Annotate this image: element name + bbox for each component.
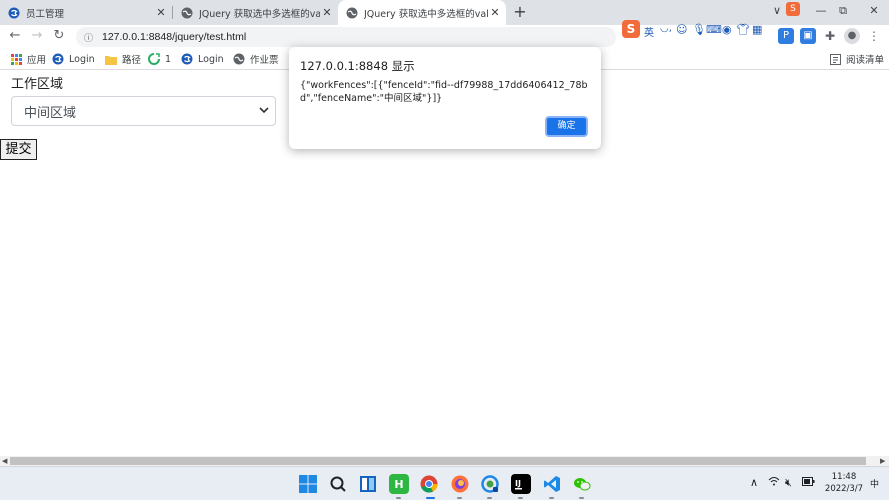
bookmark-login-2[interactable]: Login <box>181 51 224 67</box>
running-indicator <box>549 497 554 499</box>
submit-button[interactable]: 提交 <box>0 139 37 160</box>
close-tab-icon[interactable]: ✕ <box>320 6 334 19</box>
tab-search-icon[interactable]: ∨ <box>762 0 792 25</box>
windows-taskbar: H IJ ∧ 🔇︎ 11:48 2022/3/7 中 <box>0 466 889 500</box>
skin-icon[interactable]: ◉ <box>722 23 732 36</box>
windows-start-icon[interactable] <box>298 474 318 494</box>
address-bar[interactable]: ⓘ 127.0.0.1:8848/jquery/test.html <box>76 27 616 47</box>
intellij-icon[interactable]: IJ <box>511 474 531 494</box>
forward-arrow-icon[interactable]: → <box>28 27 46 45</box>
apps-grid-icon <box>10 53 22 65</box>
work-area-label: 工作区域 <box>11 76 64 91</box>
select-value: 中间区域 <box>24 105 77 121</box>
new-tab-button[interactable]: + <box>510 2 530 22</box>
shirt-icon[interactable]: 👕︎ <box>736 23 750 36</box>
extensions-puzzle-icon[interactable]: ✚ <box>822 28 838 44</box>
ime-indicator[interactable]: 中 <box>870 477 879 490</box>
site-logo-icon <box>8 7 20 19</box>
reading-list-icon <box>829 53 841 65</box>
work-area-select[interactable]: 中间区域 <box>11 96 276 126</box>
refresh-green-icon <box>148 53 160 65</box>
bookmark-path-folder[interactable]: 路径 <box>105 51 141 67</box>
search-icon[interactable] <box>328 474 348 494</box>
globe-icon <box>233 53 245 65</box>
globe-icon <box>181 7 193 19</box>
running-indicator <box>457 497 462 499</box>
active-indicator <box>426 497 435 499</box>
reading-list[interactable]: 阅读清单 <box>829 51 884 67</box>
clock-date: 2022/3/7 <box>824 484 864 494</box>
bookmark-login-1[interactable]: Login <box>52 51 95 67</box>
close-window-button[interactable]: ✕ <box>859 0 889 25</box>
running-indicator <box>579 497 584 499</box>
site-logo-icon <box>181 53 193 65</box>
horizontal-scrollbar[interactable]: ◀ ▶ <box>0 456 889 466</box>
bookmark-label: Login <box>69 53 95 65</box>
bookmark-label: 1 <box>165 53 172 65</box>
alert-dialog: 127.0.0.1:8848 显示 {"workFences":[{"fence… <box>289 47 601 149</box>
extension-p-icon[interactable]: P <box>778 28 794 44</box>
bookmark-1[interactable]: 1 <box>148 51 171 67</box>
folder-icon <box>105 53 117 65</box>
bookmark-label: 作业票 <box>250 55 279 66</box>
microphone-icon[interactable]: 🎙︎ <box>692 23 706 36</box>
show-hidden-icons-chevron-icon[interactable]: ∧ <box>750 476 758 489</box>
tab-title: JQuery 获取选中多选框的value值 <box>364 8 488 20</box>
menu-kebab-icon[interactable]: ⋮ <box>866 28 882 44</box>
firefox-icon[interactable] <box>450 474 470 494</box>
vscode-icon[interactable] <box>542 474 562 494</box>
globe-icon <box>346 7 358 19</box>
dialog-title: 127.0.0.1:8848 显示 <box>300 59 415 73</box>
chrome-icon[interactable] <box>419 474 439 494</box>
close-tab-icon[interactable]: ✕ <box>154 6 168 19</box>
tab-jquery-active[interactable]: JQuery 获取选中多选框的value值 ✕ <box>338 0 506 25</box>
tab-employee-management[interactable]: 员工管理 ✕ <box>0 0 172 25</box>
hbuilder-icon[interactable]: H <box>389 474 409 494</box>
chevron-down-icon <box>259 105 269 118</box>
svg-text:IJ: IJ <box>515 479 521 488</box>
browser-toolbar: ← → ↻ ⓘ 127.0.0.1:8848/jquery/test.html … <box>0 20 889 48</box>
file-explorer-icon[interactable] <box>358 474 378 494</box>
url-text: 127.0.0.1:8848/jquery/test.html <box>102 31 247 43</box>
extension-chart-icon[interactable]: ▣ <box>800 28 816 44</box>
scrollbar-thumb[interactable] <box>10 457 866 465</box>
tab-title: JQuery 获取选中多选框的value值 <box>199 8 320 20</box>
tab-title: 员工管理 <box>26 8 65 20</box>
volume-muted-icon[interactable]: 🔇︎ <box>785 476 792 490</box>
running-indicator <box>518 497 523 499</box>
site-logo-icon <box>52 53 64 65</box>
emoji-icon[interactable]: ☺ <box>676 23 687 36</box>
tab-jquery-1[interactable]: JQuery 获取选中多选框的value值 ✕ <box>173 0 338 25</box>
bookmark-label: 路径 <box>122 55 142 66</box>
bookmark-work-ticket[interactable]: 作业票 <box>233 51 279 67</box>
bookmark-label: 应用 <box>27 55 47 66</box>
scroll-right-arrow-icon[interactable]: ▶ <box>880 456 885 466</box>
clock-time: 11:48 <box>831 472 857 482</box>
dialog-message: {"workFences":[{"fenceId":"fid--df79988_… <box>300 80 588 104</box>
running-indicator <box>487 497 492 499</box>
running-indicator <box>396 497 401 499</box>
tab-strip: 员工管理 ✕ JQuery 获取选中多选框的value值 ✕ JQuery 获取… <box>0 0 889 25</box>
reading-list-label: 阅读清单 <box>846 55 885 66</box>
bookmark-label: Login <box>198 53 224 65</box>
wechat-icon[interactable] <box>572 474 592 494</box>
restore-button[interactable]: ⧉ <box>828 0 858 25</box>
reload-icon[interactable]: ↻ <box>50 27 68 45</box>
bookmark-apps[interactable]: 应用 <box>10 51 46 67</box>
ime-language-label[interactable]: 英 <box>644 24 654 39</box>
scroll-left-arrow-icon[interactable]: ◀ <box>2 456 7 466</box>
battery-icon[interactable] <box>802 476 815 489</box>
close-tab-icon[interactable]: ✕ <box>488 6 502 19</box>
sogou-ime-logo-icon[interactable]: S <box>622 20 640 38</box>
ime-punctuation-icon[interactable]: ◡, <box>660 23 672 34</box>
system-clock[interactable]: 11:48 2022/3/7 <box>820 471 868 495</box>
info-icon[interactable]: ⓘ <box>84 31 98 44</box>
keyboard-icon[interactable]: ⌨ <box>706 23 722 36</box>
toolbox-icon[interactable]: ▦ <box>752 23 762 36</box>
ok-button[interactable]: 确定 <box>545 116 588 137</box>
wifi-icon[interactable] <box>768 476 780 489</box>
profile-avatar-icon[interactable]: ● <box>844 28 860 44</box>
edge-beta-icon[interactable] <box>480 474 500 494</box>
back-arrow-icon[interactable]: ← <box>6 27 24 45</box>
